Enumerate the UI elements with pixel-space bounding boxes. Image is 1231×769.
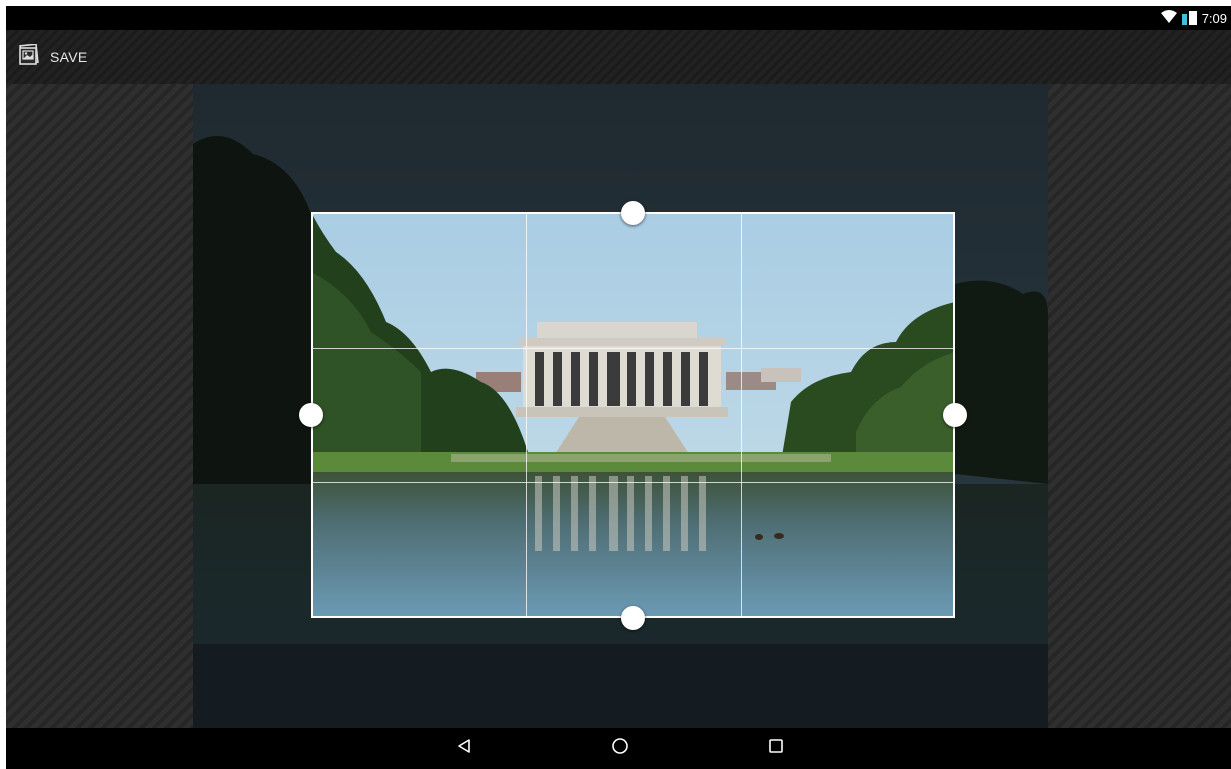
save-photo-icon <box>18 42 40 71</box>
wifi-icon <box>1160 9 1177 27</box>
screen: 7:09 SAVE <box>6 6 1231 769</box>
save-label: SAVE <box>50 49 88 65</box>
back-button[interactable] <box>434 728 494 769</box>
status-time: 7:09 <box>1201 10 1227 26</box>
back-icon <box>456 738 472 759</box>
action-bar: SAVE <box>6 30 1231 84</box>
photo-in-crop <box>313 214 953 616</box>
crop-handle-bottom[interactable] <box>621 606 645 630</box>
navigation-bar <box>6 728 1231 769</box>
home-button[interactable] <box>590 728 650 769</box>
recents-icon <box>768 738 784 759</box>
crop-handle-right[interactable] <box>943 403 967 427</box>
crop-frame[interactable] <box>311 212 955 618</box>
crop-grid-line-h2 <box>313 482 953 483</box>
battery-icon <box>1181 11 1197 25</box>
recents-button[interactable] <box>746 728 806 769</box>
crop-handle-top[interactable] <box>621 201 645 225</box>
crop-handle-left[interactable] <box>299 403 323 427</box>
editor-area <box>6 84 1231 728</box>
image-canvas[interactable] <box>193 84 1048 728</box>
home-icon <box>611 737 629 760</box>
status-bar: 7:09 <box>6 6 1231 30</box>
crop-grid-line-v2 <box>741 214 742 616</box>
save-button[interactable]: SAVE <box>18 39 88 75</box>
crop-grid-line-h1 <box>313 348 953 349</box>
status-icons: 7:09 <box>1160 6 1227 30</box>
crop-grid-line-v1 <box>526 214 527 616</box>
